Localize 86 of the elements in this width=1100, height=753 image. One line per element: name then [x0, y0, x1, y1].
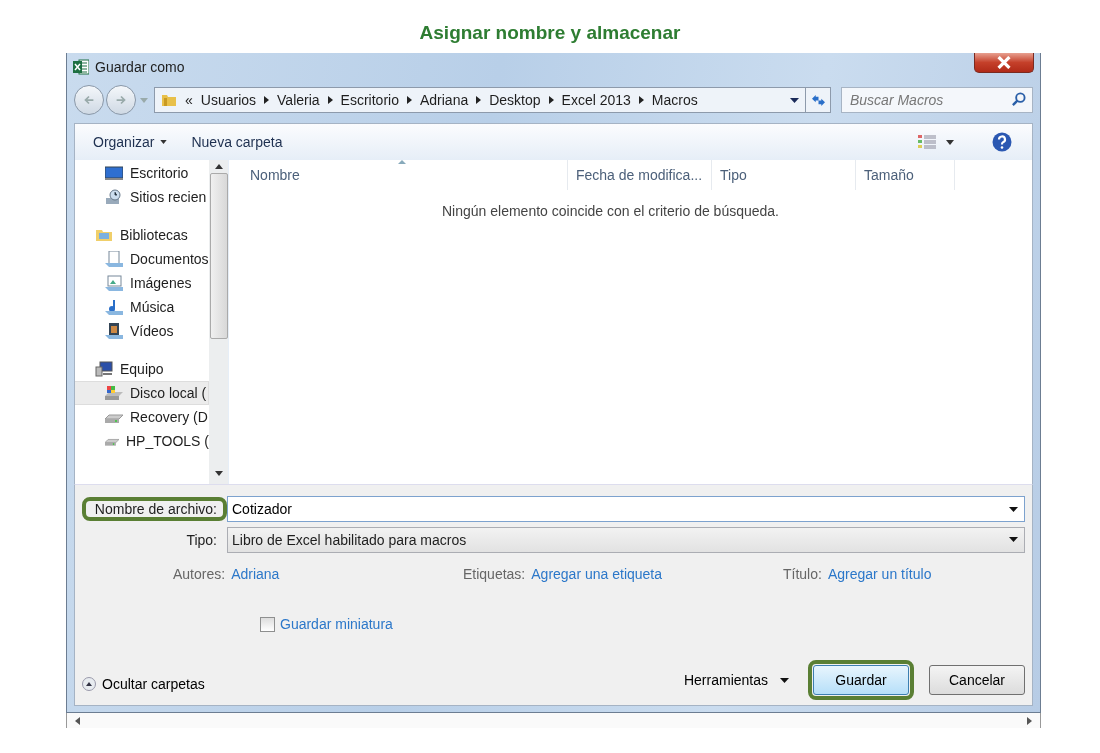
breadcrumb[interactable]: Desktop	[489, 92, 541, 108]
close-button[interactable]	[974, 53, 1034, 73]
spreadsheet-icon	[73, 59, 89, 75]
organize-menu[interactable]: Organizar	[93, 134, 168, 150]
sidebar-item[interactable]: Escritorio	[75, 161, 209, 185]
caret-icon	[780, 677, 789, 683]
breadcrumb[interactable]: Macros	[651, 92, 698, 108]
breadcrumb[interactable]: Escritorio	[340, 92, 399, 108]
scroll-left-icon[interactable]	[75, 716, 80, 725]
chevron-icon	[638, 96, 644, 104]
film-icon	[105, 323, 123, 339]
breadcrumb[interactable]: Adriana	[419, 92, 469, 108]
drive-icon	[105, 385, 123, 401]
column-header[interactable]: Tamaño	[856, 160, 955, 190]
dropdown-icon[interactable]	[1009, 506, 1018, 512]
scroll-thumb[interactable]	[209, 173, 228, 339]
forward-arrow-icon	[114, 93, 128, 107]
sidebar-item[interactable]: Imágenes	[75, 271, 209, 295]
breadcrumb[interactable]: Valeria	[277, 92, 320, 108]
music-note-icon	[105, 299, 123, 315]
dropdown-icon[interactable]	[790, 97, 799, 103]
folder-icon	[161, 92, 177, 108]
column-header[interactable]: Fecha de modifica...	[568, 160, 712, 190]
chevron-icon	[406, 96, 412, 104]
filename-field[interactable]: Cotizador	[227, 495, 1025, 522]
tools-menu[interactable]: Herramientas	[677, 671, 795, 689]
hide-folders-button[interactable]: Ocultar carpetas	[82, 676, 205, 692]
refresh-button[interactable]	[805, 87, 831, 113]
sidebar-item[interactable]: Vídeos	[75, 319, 209, 343]
scroll-down-icon[interactable]	[214, 471, 223, 476]
folder-icon	[95, 227, 113, 243]
dropdown-icon	[1009, 537, 1018, 542]
sidebar-group[interactable]: Equipo	[75, 357, 209, 381]
new-folder-button[interactable]: Nueva carpeta	[191, 134, 283, 150]
metadata-label: Título:	[783, 566, 822, 584]
checkbox[interactable]	[260, 616, 275, 632]
chevron-icon	[476, 96, 482, 104]
refresh-arrows-icon	[810, 93, 826, 107]
breadcrumb-overflow[interactable]: «	[185, 92, 193, 108]
scrollbar[interactable]	[209, 160, 228, 484]
computer-icon	[95, 361, 113, 377]
window-title: Guardar como	[95, 59, 185, 75]
search-icon[interactable]	[1011, 92, 1026, 107]
cancel-button[interactable]: Cancelar	[929, 665, 1025, 695]
sidebar-item[interactable]: Recovery (D	[75, 405, 209, 429]
metadata-link[interactable]: Adriana	[231, 566, 280, 586]
breadcrumb[interactable]: Excel 2013	[561, 92, 631, 108]
caret-icon	[160, 140, 168, 144]
checkbox-label[interactable]: Guardar miniatura	[280, 616, 393, 632]
file-type-dropdown[interactable]: Libro de Excel habilitado para macros	[227, 526, 1025, 553]
metadata-label: Etiquetas:	[463, 566, 526, 584]
address-bar[interactable]: « Usuarios Valeria Escritorio Adriana Desktop Excel 2013 Macros	[154, 87, 806, 113]
view-list-icon[interactable]	[918, 135, 936, 149]
sidebar-item[interactable]: Música	[75, 295, 209, 319]
empty-message: Ningún elemento coincide con el criterio de búsqueda.	[441, 203, 780, 219]
column-header[interactable]: Nombre	[229, 160, 568, 190]
metadata-link[interactable]: Agregar un título	[827, 566, 932, 586]
sidebar-item[interactable]: Documentos	[75, 247, 209, 271]
sidebar-item[interactable]: HP_TOOLS (	[75, 429, 209, 453]
scroll-up-icon[interactable]	[214, 164, 223, 169]
picture-icon	[105, 275, 123, 291]
scroll-right-icon[interactable]	[1027, 716, 1032, 725]
scrollbar[interactable]	[66, 713, 1041, 728]
sort-arrow-icon	[398, 160, 406, 164]
field-label: Nombre de archivo:	[82, 496, 227, 521]
caret-icon[interactable]	[946, 139, 954, 145]
metadata-label: Autores:	[173, 566, 226, 584]
document-icon	[105, 251, 123, 267]
sidebar-item[interactable]: Sitios recien	[75, 185, 209, 209]
chevron-icon	[327, 96, 333, 104]
close-icon	[996, 56, 1012, 69]
sidebar-item[interactable]: Disco local (	[75, 381, 209, 405]
search-field[interactable]: Buscar Macros	[841, 87, 1033, 113]
collapse-icon	[82, 677, 96, 691]
back-arrow-icon	[82, 93, 96, 107]
help-icon[interactable]	[992, 132, 1012, 152]
recent-places-icon	[105, 189, 123, 205]
metadata-link[interactable]: Agregar una etiqueta	[531, 566, 663, 586]
sidebar-group[interactable]: Bibliotecas	[75, 223, 209, 247]
field-label: Tipo:	[185, 530, 218, 550]
page-heading: Asignar nombre y almacenar	[418, 21, 682, 45]
breadcrumb[interactable]: Usuarios	[200, 92, 257, 108]
column-header[interactable]: Tipo	[712, 160, 856, 190]
chevron-icon	[264, 96, 270, 104]
monitor-icon	[105, 165, 123, 181]
chevron-icon	[548, 96, 554, 104]
